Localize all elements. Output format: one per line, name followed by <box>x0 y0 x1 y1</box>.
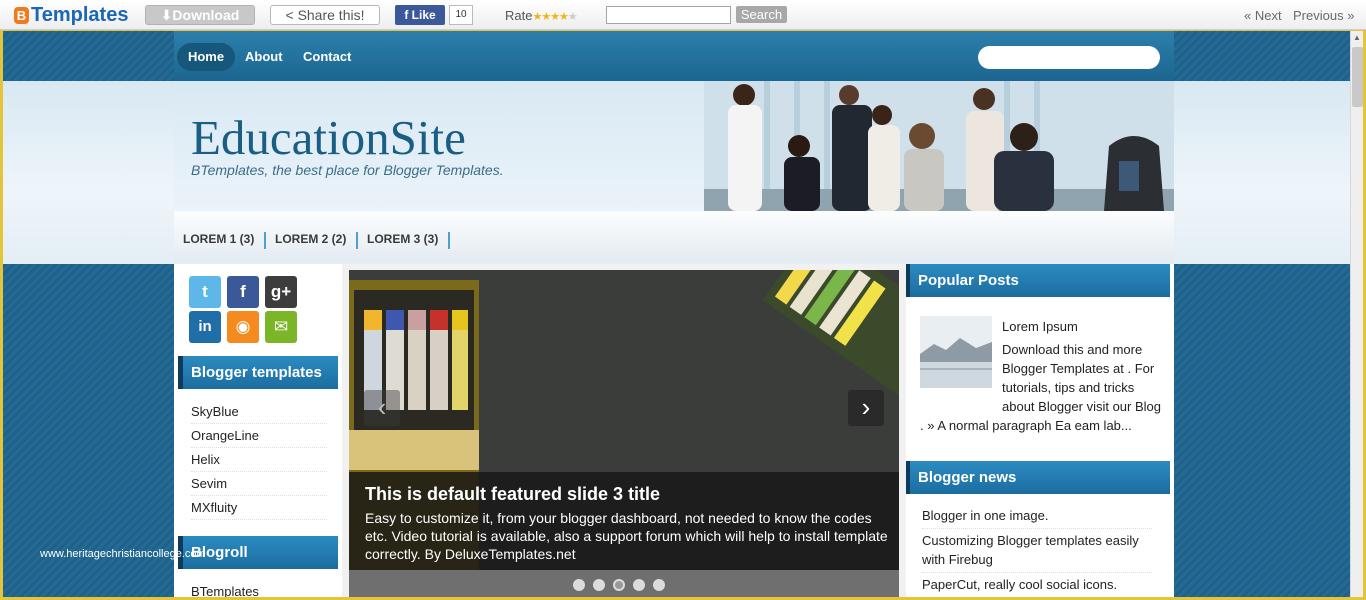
top-toolbar: B Templates ⬇Download < Share this! f Li… <box>0 0 1366 30</box>
rating-stars-icon[interactable]: ★★★★★ <box>532 11 577 23</box>
slider-dot-5[interactable] <box>653 579 665 591</box>
slider-dot-1[interactable] <box>573 579 585 591</box>
list-item[interactable]: Helix <box>191 448 327 472</box>
list-item[interactable]: Blogger in one image. <box>922 504 1152 529</box>
scroll-up-icon[interactable]: ▲ <box>1353 33 1361 42</box>
facebook-icon: f <box>404 8 409 22</box>
scrollbar-thumb[interactable] <box>1352 47 1363 107</box>
students-header-photo <box>704 81 1174 211</box>
btemplates-logo[interactable]: B Templates <box>14 3 128 27</box>
slider-dot-3[interactable] <box>613 579 625 591</box>
facebook-like-button[interactable]: f Like <box>395 5 445 25</box>
popular-posts-title: Popular Posts <box>906 264 1170 297</box>
like-label: Like <box>411 8 436 22</box>
share-label: Share this! <box>297 7 365 23</box>
site-header: EducationSite BTemplates, the best place… <box>174 81 1174 211</box>
top-search-input[interactable] <box>606 6 731 24</box>
previous-link[interactable]: Previous » <box>1293 8 1354 23</box>
slide-caption: This is default featured slide 3 title E… <box>349 472 899 570</box>
like-count: 10 <box>449 5 473 25</box>
slider-dot-4[interactable] <box>633 579 645 591</box>
share-button[interactable]: < Share this! <box>270 5 380 25</box>
rate-label: Rate <box>505 8 533 23</box>
nav-home[interactable]: Home <box>177 43 235 71</box>
slider-pagination <box>349 570 899 597</box>
popular-post-excerpt: Download this and more Blogger Templates… <box>920 340 1170 435</box>
featured-slider: ‹ › This is default featured slide 3 tit… <box>349 270 899 597</box>
slider-prev-arrow-icon[interactable]: ‹ <box>364 390 400 426</box>
logo-text: Templates <box>31 3 129 26</box>
share-icon: < <box>285 7 294 23</box>
slide-title[interactable]: This is default featured slide 3 title <box>365 484 660 505</box>
slider-next-arrow-icon[interactable]: › <box>848 390 884 426</box>
blogger-news-title: Blogger news <box>906 461 1170 494</box>
slider-dot-2[interactable] <box>593 579 605 591</box>
slide-description: Easy to customize it, from your blogger … <box>365 510 888 562</box>
list-item[interactable]: OrangeLine <box>191 424 327 448</box>
twitter-icon[interactable]: t <box>189 276 221 308</box>
list-item[interactable]: BTemplates <box>191 580 327 597</box>
popular-post-text: Download this and more Blogger Templates… <box>1002 342 1161 414</box>
site-title[interactable]: EducationSite <box>191 109 466 166</box>
category-lorem-2[interactable]: LOREM 2 (2) <box>275 232 359 249</box>
list-item[interactable]: Customizing Blogger templates easily wit… <box>922 529 1152 573</box>
list-item[interactable]: Sevim <box>191 472 327 496</box>
watermark-text: www.heritagechristiancollege.com <box>40 548 206 560</box>
download-icon: ⬇ <box>160 7 173 23</box>
linkedin-icon[interactable]: in <box>189 311 221 343</box>
blogger-news-list: Blogger in one image. Customizing Blogge… <box>922 504 1152 597</box>
logo-badge-icon: B <box>14 6 29 24</box>
category-lorem-3[interactable]: LOREM 3 (3) <box>367 232 451 249</box>
site-search-input[interactable]: 🔍 <box>978 46 1160 69</box>
category-lorem-1[interactable]: LOREM 1 (3) <box>183 232 267 249</box>
rss-icon[interactable]: ◉ <box>227 311 259 343</box>
main-navbar: Home About Contact 🔍 <box>174 31 1174 81</box>
rating-widget[interactable]: Rate★★★★★ <box>505 8 578 23</box>
download-button[interactable]: ⬇Download <box>145 5 255 25</box>
category-bar: LOREM 1 (3) LOREM 2 (2) LOREM 3 (3) <box>174 211 1174 263</box>
site-frame: Home About Contact 🔍 EducationSite BTemp… <box>3 31 1350 597</box>
list-item[interactable]: SkyBlue <box>191 400 327 424</box>
nav-contact[interactable]: Contact <box>303 43 351 71</box>
site-tagline: BTemplates, the best place for Blogger T… <box>191 162 504 178</box>
blogroll-list: BTemplates <box>191 580 327 597</box>
email-icon[interactable]: ✉ <box>265 311 297 343</box>
next-link[interactable]: « Next <box>1244 8 1282 23</box>
nav-about[interactable]: About <box>245 43 283 71</box>
blogger-templates-title: Blogger templates <box>178 356 338 389</box>
blogger-templates-list: SkyBlue OrangeLine Helix Sevim MXfluity <box>191 400 327 520</box>
search-button[interactable]: Search <box>736 6 787 23</box>
list-item[interactable]: PaperCut, really cool social icons. <box>922 573 1152 597</box>
facebook-icon[interactable]: f <box>227 276 259 308</box>
popular-post-title[interactable]: Lorem Ipsum <box>1002 319 1078 334</box>
popular-post-text-more: . » A normal paragraph Ea eam lab... <box>920 418 1132 433</box>
download-label: Download <box>172 7 240 23</box>
main-content: t f g+ in ◉ ✉ Blogger templates SkyBlue … <box>174 264 1174 597</box>
list-item[interactable]: MXfluity <box>191 496 327 520</box>
right-sidebar: Popular Posts Lorem Ipsum Download this … <box>906 264 1174 597</box>
page-scrollbar[interactable]: ▲ <box>1350 31 1363 597</box>
google-plus-icon[interactable]: g+ <box>265 276 297 308</box>
